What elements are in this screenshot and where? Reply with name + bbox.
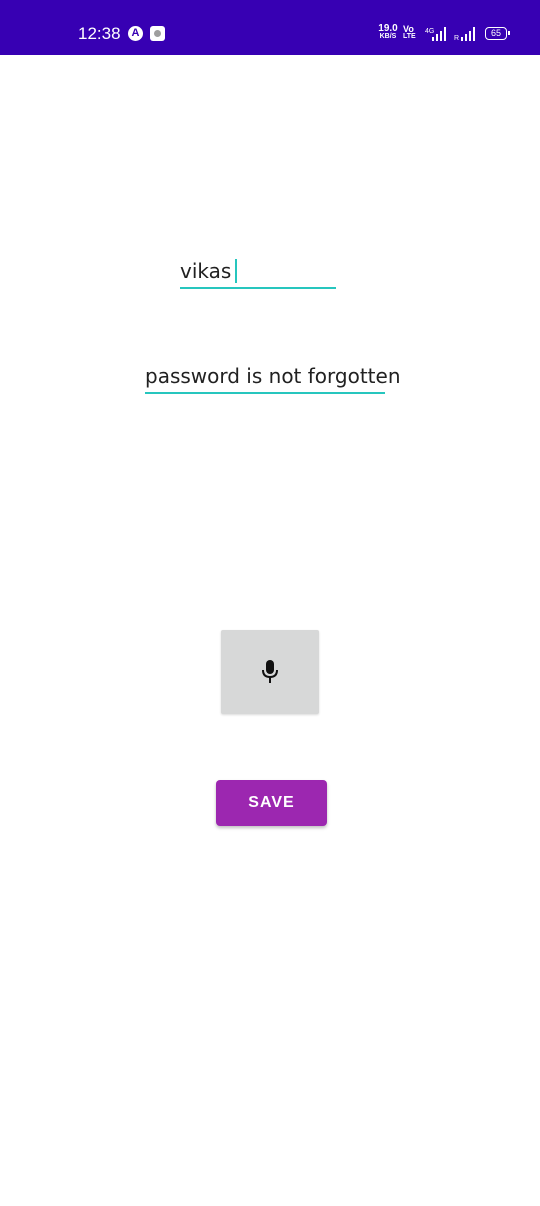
accessibility-notification-icon: A (128, 26, 143, 41)
password-value: password is not forgotten (145, 364, 401, 388)
save-button[interactable]: SAVE (216, 780, 327, 826)
network-type-label: 4G (425, 28, 434, 35)
volte-indicator: Vo LTE (403, 25, 416, 41)
volte-sub-label: LTE (403, 33, 416, 40)
roaming-label: R (454, 35, 459, 41)
network-speed-unit: KB/S (379, 33, 397, 40)
battery-icon: 65 (485, 27, 510, 40)
signal-strength-icon: 4G (425, 27, 446, 41)
voice-input-button[interactable] (221, 630, 319, 714)
status-bar: 12:38 A 19.0 KB/S Vo LTE 4G R 65 (0, 0, 540, 55)
username-field[interactable]: vikas (180, 256, 336, 289)
status-time: 12:38 (78, 24, 121, 43)
app-notification-icon (150, 26, 165, 41)
network-speed-indicator: 19.0 KB/S (378, 24, 398, 41)
microphone-icon (262, 660, 278, 683)
battery-level: 65 (490, 28, 501, 38)
signal-strength-roaming-icon: R (454, 27, 475, 41)
username-value: vikas (180, 259, 232, 283)
text-cursor (235, 259, 238, 283)
password-field[interactable]: password is not forgotten (145, 362, 401, 394)
